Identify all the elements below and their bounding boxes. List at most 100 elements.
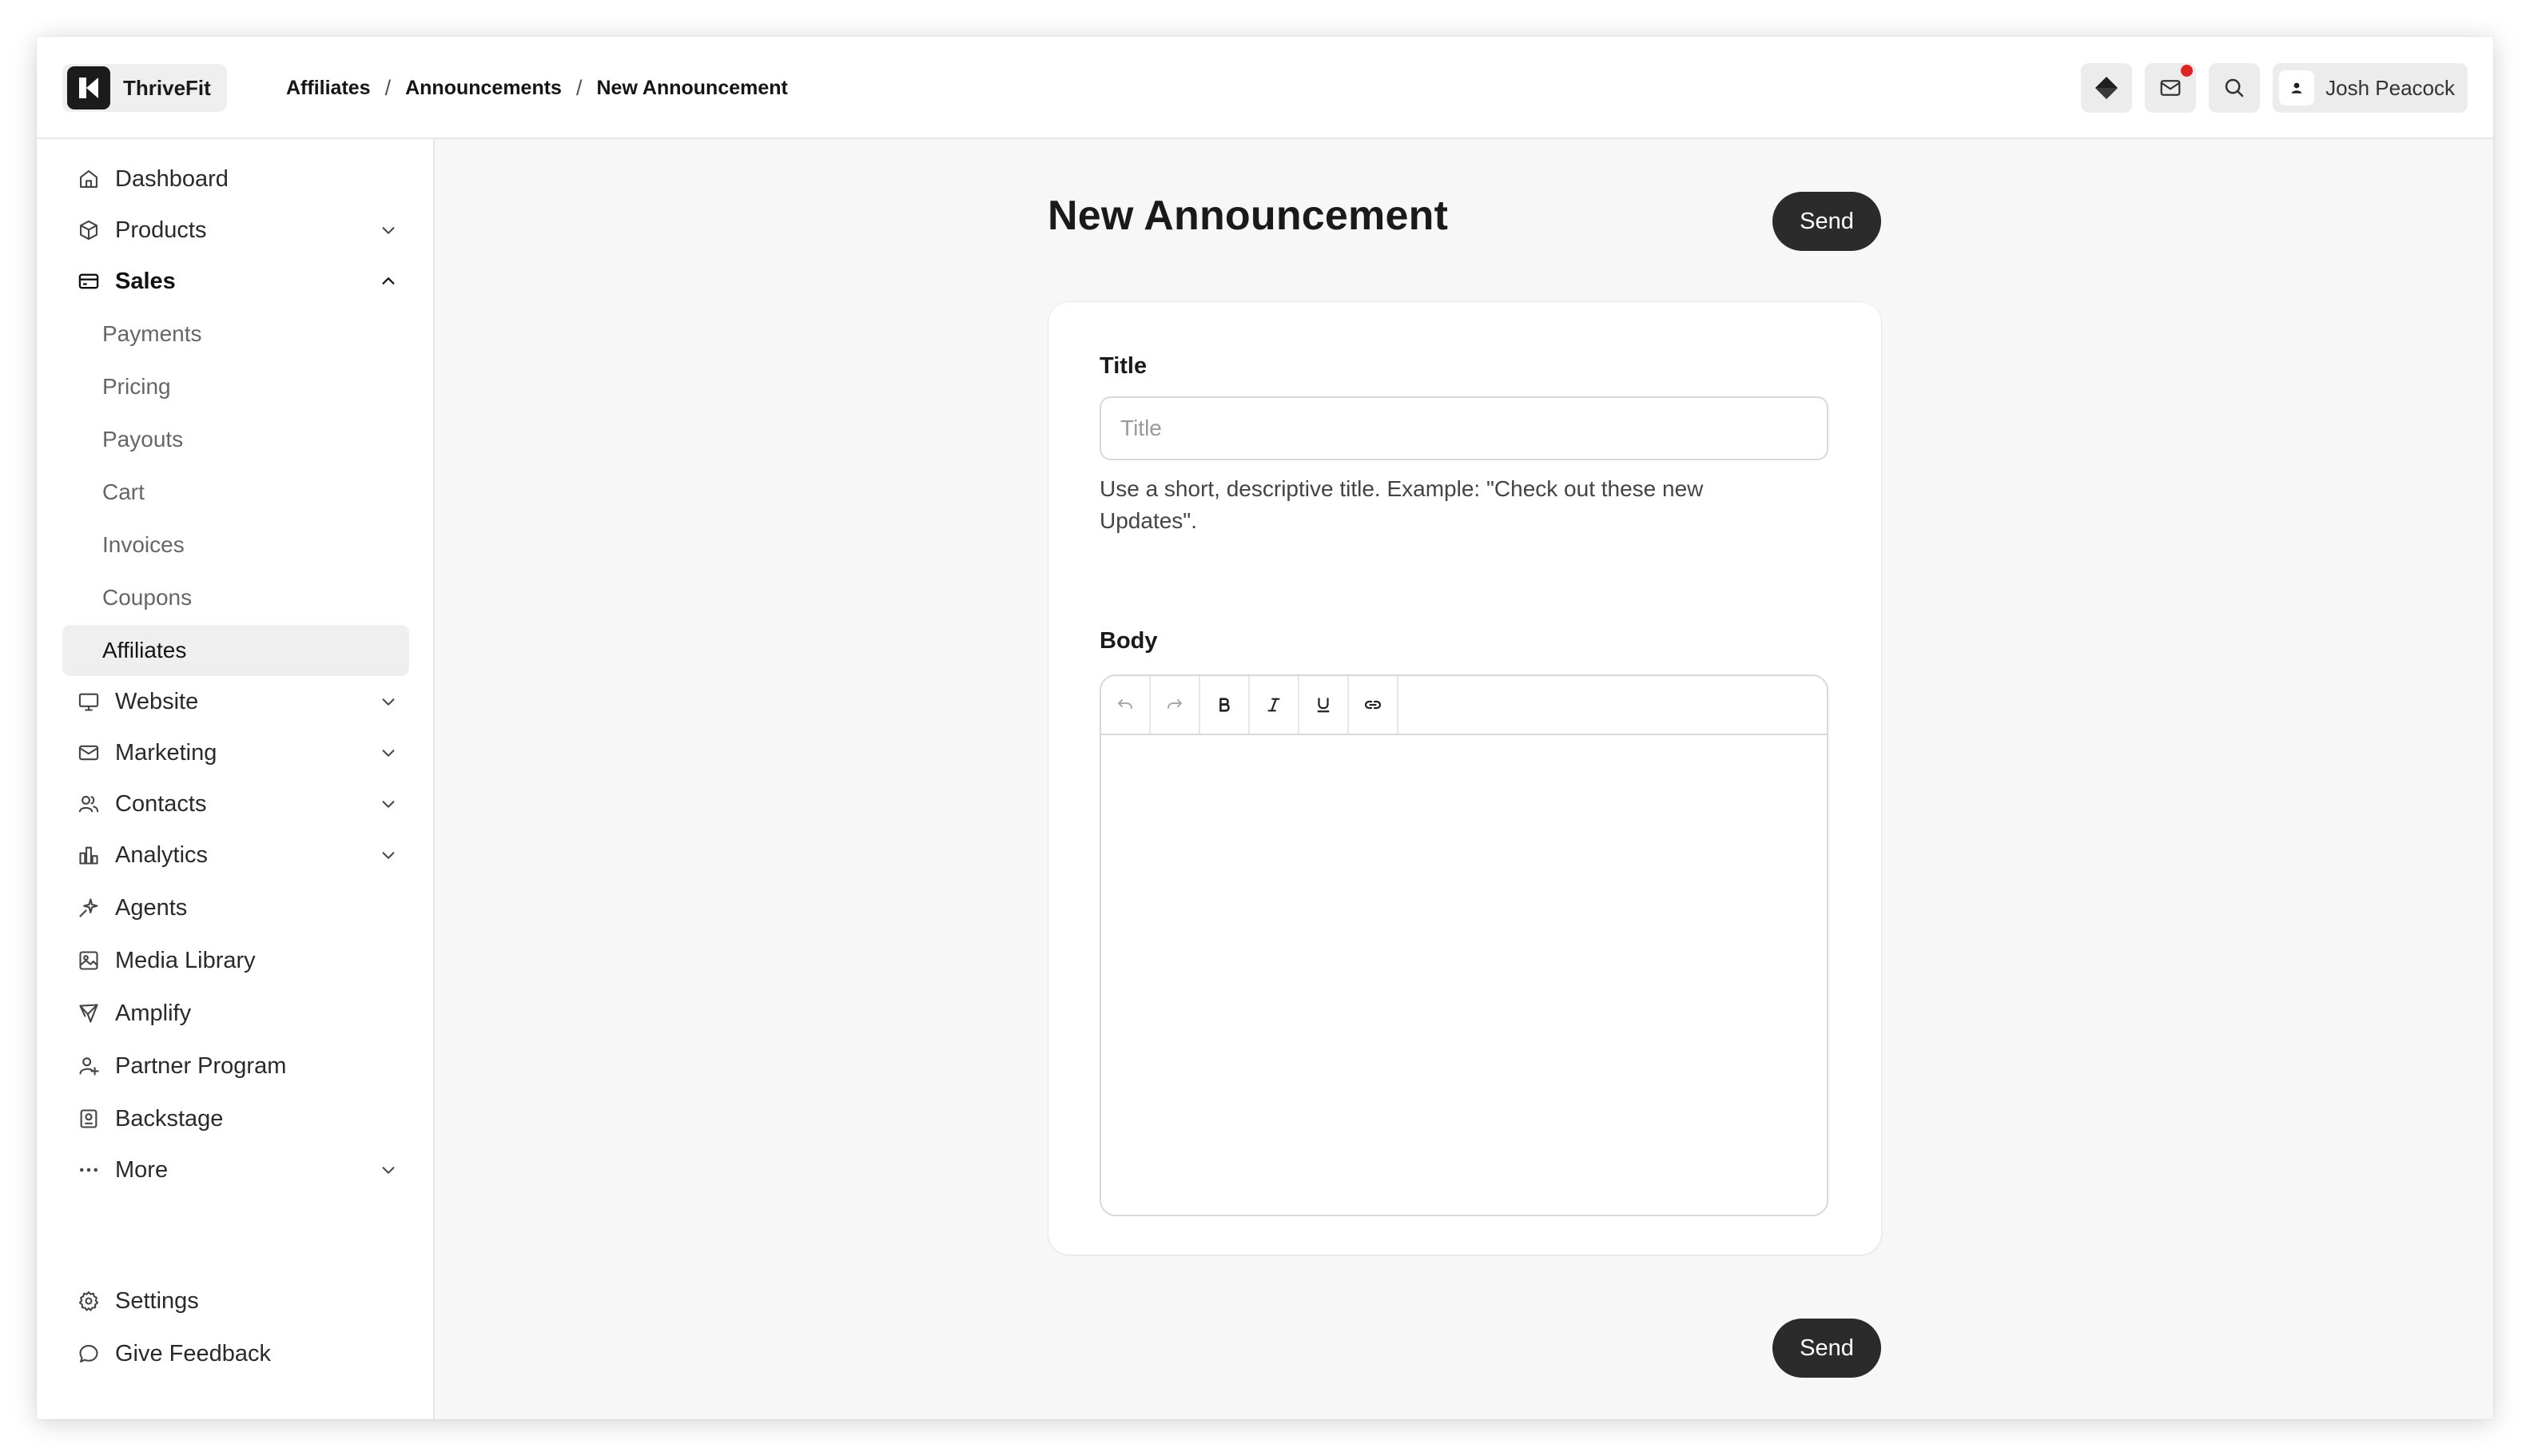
send-button-bottom[interactable]: Send — [1772, 1319, 1881, 1378]
underline-icon — [1317, 698, 1330, 713]
credit-card-icon — [77, 269, 101, 293]
sidebar-subitem-payments[interactable]: Payments — [62, 308, 409, 360]
sidebar-item-label: More — [115, 1156, 169, 1183]
user-plus-icon — [77, 1054, 101, 1078]
sidebar-item-partner-program[interactable]: Partner Program — [62, 1040, 409, 1092]
sidebar-item-label: Agents — [115, 894, 188, 921]
brand-logo-icon — [67, 66, 110, 109]
chevron-down-icon — [377, 742, 400, 764]
badge-icon — [77, 1107, 101, 1131]
bold-button[interactable] — [1200, 676, 1250, 734]
user-menu-button[interactable]: Josh Peacock — [2273, 63, 2468, 113]
body-editor — [1100, 674, 1828, 1216]
search-button[interactable] — [2209, 63, 2261, 113]
sidebar-subitem-invoices[interactable]: Invoices — [62, 519, 409, 571]
chevron-down-icon — [377, 793, 400, 815]
redo-button[interactable] — [1151, 676, 1200, 734]
breadcrumb-separator: / — [384, 75, 392, 100]
more-icon — [77, 1158, 101, 1182]
chevron-down-icon — [377, 1159, 400, 1181]
sidebar-item-backstage[interactable]: Backstage — [62, 1093, 409, 1144]
redo-icon — [1168, 699, 1182, 709]
notifications-button[interactable] — [2145, 63, 2197, 113]
sidebar-subitem-affiliates[interactable]: Affiliates — [62, 625, 409, 676]
sidebar-item-give-feedback[interactable]: Give Feedback — [62, 1328, 409, 1379]
page-title: New Announcement — [1048, 193, 1449, 239]
header-actions: Josh Peacock — [2081, 63, 2468, 113]
link-button[interactable] — [1349, 676, 1398, 734]
bold-icon — [1219, 698, 1230, 712]
link-icon — [1364, 700, 1382, 710]
underline-button[interactable] — [1299, 676, 1349, 734]
sidebar-item-label: Website — [115, 688, 199, 714]
sidebar-item-label: Backstage — [115, 1105, 224, 1132]
top-header: ThriveFit Affiliates / Announcements / N… — [37, 37, 2493, 139]
brand-switcher[interactable]: ThriveFit — [62, 64, 227, 112]
image-icon — [77, 949, 101, 973]
title-label: Title — [1100, 353, 1148, 379]
undo-button[interactable] — [1101, 676, 1151, 734]
sidebar-subitem-pricing[interactable]: Pricing — [62, 361, 409, 412]
chevron-down-icon — [377, 219, 400, 241]
sidebar-item-more[interactable]: More — [62, 1144, 409, 1195]
send-icon — [77, 1001, 101, 1025]
home-icon — [77, 167, 101, 191]
notification-dot — [2181, 65, 2194, 77]
breadcrumb-affiliates[interactable]: Affiliates — [286, 77, 371, 100]
brand-name: ThriveFit — [123, 75, 211, 100]
box-icon — [77, 218, 101, 242]
monitor-icon — [77, 690, 101, 714]
italic-icon — [1267, 698, 1280, 712]
gear-icon — [77, 1289, 101, 1313]
sidebar-item-label: Analytics — [115, 841, 209, 868]
body-editor-content[interactable] — [1101, 735, 1827, 1215]
mail-icon — [77, 741, 101, 765]
sidebar-item-label: Products — [115, 217, 207, 243]
sidebar-subitem-cart[interactable]: Cart — [62, 467, 409, 518]
users-icon — [77, 792, 101, 816]
body-label: Body — [1100, 628, 1158, 654]
title-input[interactable] — [1100, 396, 1828, 460]
search-icon — [2225, 78, 2244, 97]
send-button-top[interactable]: Send — [1772, 192, 1881, 251]
sidebar-item-label: Media Library — [115, 947, 256, 973]
chevron-down-icon — [377, 844, 400, 866]
sidebar-item-products[interactable]: Products — [62, 205, 409, 256]
app-window: ThriveFit Affiliates / Announcements / N… — [37, 37, 2493, 1419]
sidebar-item-analytics[interactable]: Analytics — [62, 829, 409, 881]
sidebar-subitem-payouts[interactable]: Payouts — [62, 414, 409, 465]
italic-button[interactable] — [1250, 676, 1299, 734]
sidebar-item-marketing[interactable]: Marketing — [62, 727, 409, 778]
sidebar-subitem-coupons[interactable]: Coupons — [62, 572, 409, 623]
sidebar: Dashboard Products Sales Payments Pricin… — [37, 139, 435, 1419]
sidebar-item-label: Sales — [115, 268, 176, 294]
sidebar-item-dashboard[interactable]: Dashboard — [62, 153, 409, 205]
chevron-down-icon — [377, 690, 400, 713]
breadcrumb-announcements[interactable]: Announcements — [405, 77, 562, 100]
message-icon — [77, 1342, 101, 1366]
sidebar-item-label: Dashboard — [115, 165, 229, 192]
editor-toolbar — [1101, 676, 1827, 735]
breadcrumb: Affiliates / Announcements / New Announc… — [286, 74, 788, 102]
sidebar-item-amplify[interactable]: Amplify — [62, 988, 409, 1039]
sidebar-item-label: Contacts — [115, 790, 207, 817]
user-icon — [2291, 82, 2302, 93]
title-helper-text: Use a short, descriptive title. Example:… — [1100, 476, 1704, 533]
sidebar-item-contacts[interactable]: Contacts — [62, 778, 409, 829]
diamond-icon — [2095, 77, 2118, 99]
undo-icon — [1118, 699, 1132, 709]
chevron-up-icon — [377, 270, 400, 292]
sidebar-item-label: Give Feedback — [115, 1340, 272, 1366]
sidebar-item-website[interactable]: Website — [62, 676, 409, 727]
sidebar-item-settings[interactable]: Settings — [62, 1275, 409, 1327]
user-name: Josh Peacock — [2325, 75, 2455, 100]
breadcrumb-current: New Announcement — [596, 76, 788, 99]
sidebar-item-sales[interactable]: Sales — [62, 256, 409, 307]
sidebar-item-agents[interactable]: Agents — [62, 882, 409, 933]
sidebar-item-label: Partner Program — [115, 1052, 287, 1079]
sidebar-item-label: Settings — [115, 1287, 199, 1314]
sidebar-item-media-library[interactable]: Media Library — [62, 935, 409, 986]
upgrade-button[interactable] — [2081, 63, 2133, 113]
breadcrumb-separator: / — [575, 75, 583, 100]
mail-icon — [2160, 80, 2181, 96]
